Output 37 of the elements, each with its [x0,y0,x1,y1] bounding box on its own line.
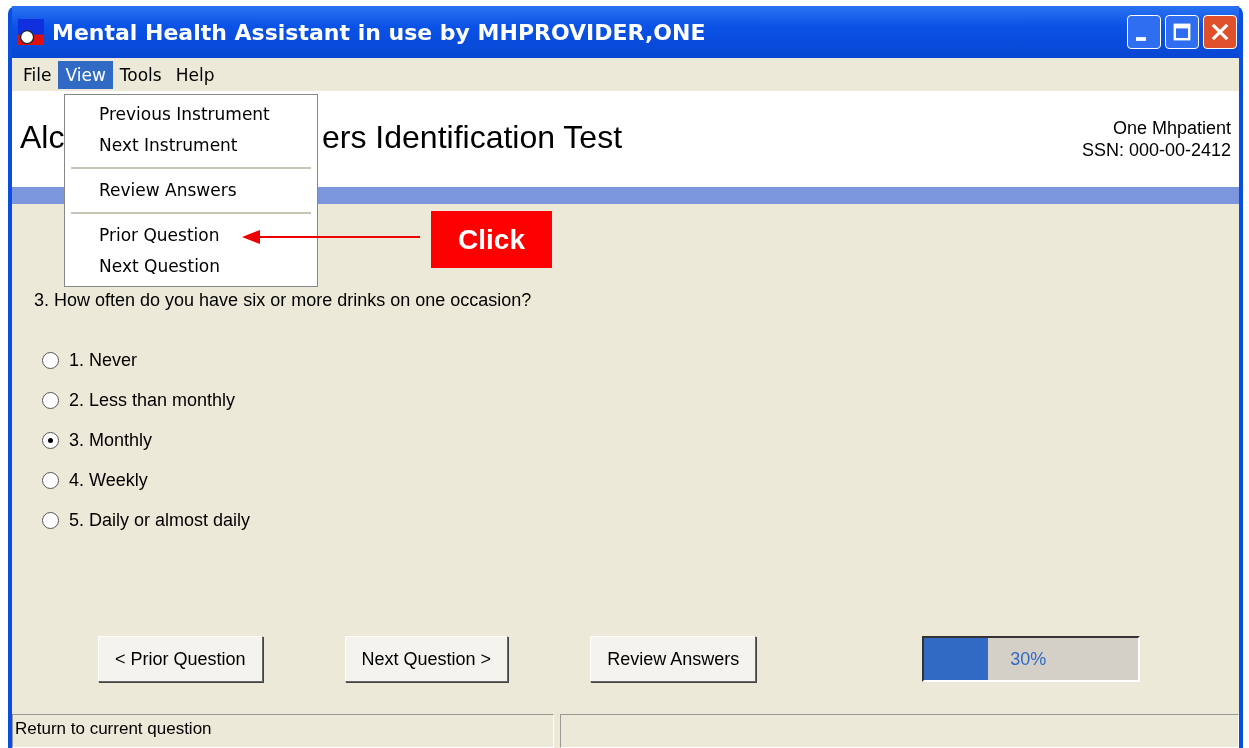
patient-name: One Mhpatient [1112,117,1231,139]
instrument-title: Alc [20,119,65,156]
minimize-icon [1136,37,1146,41]
menu-item[interactable]: Help [168,60,222,89]
question-text: 3. How often do you have six or more drinks on one occasion? [34,290,533,311]
minimize-button[interactable] [1127,15,1161,49]
menu-option[interactable]: Review Answers [65,175,317,206]
menu-item[interactable]: File [16,60,59,89]
nav-button[interactable]: Review Answers [590,636,757,682]
menu-option[interactable]: Next Question [65,251,317,282]
instrument-title: ers Identification Test [322,119,622,156]
status-panel: Return to current question [12,714,554,748]
menu-option[interactable]: Previous Instrument [65,99,317,130]
close-button[interactable] [1203,15,1237,49]
arrow-icon [242,229,422,245]
app-icon [18,19,44,45]
window-title: Mental Health Assistant in use by MHPROVIDER,ONE [52,19,707,45]
option-label[interactable]: 5. Daily or almost daily [69,510,251,531]
radio-button[interactable] [42,392,59,409]
nav-button[interactable]: < Prior Question [98,636,263,682]
menu-item[interactable]: Tools [112,60,169,89]
patient-ssn: SSN: 000-00-2412 [1081,139,1231,161]
option-label[interactable]: 1. Never [69,350,138,371]
radio-button[interactable] [42,512,59,529]
progress-reading: 30% [1010,648,1047,670]
radio-button[interactable] [42,432,59,449]
radio-button[interactable] [42,352,59,369]
callout-label: Click [431,211,552,268]
option-label[interactable]: 3. Monthly [69,430,153,451]
menu-option[interactable]: Next Instrument [65,130,317,161]
maximize-button[interactable] [1165,15,1199,49]
option-label[interactable]: 2. Less than monthly [69,390,236,411]
menu-option[interactable]: Prior Question [65,220,317,251]
menu-item[interactable]: View [58,60,113,89]
option-label[interactable]: 4. Weekly [69,470,148,491]
radio-button[interactable] [42,472,59,489]
nav-button[interactable]: Next Question > [344,636,509,682]
